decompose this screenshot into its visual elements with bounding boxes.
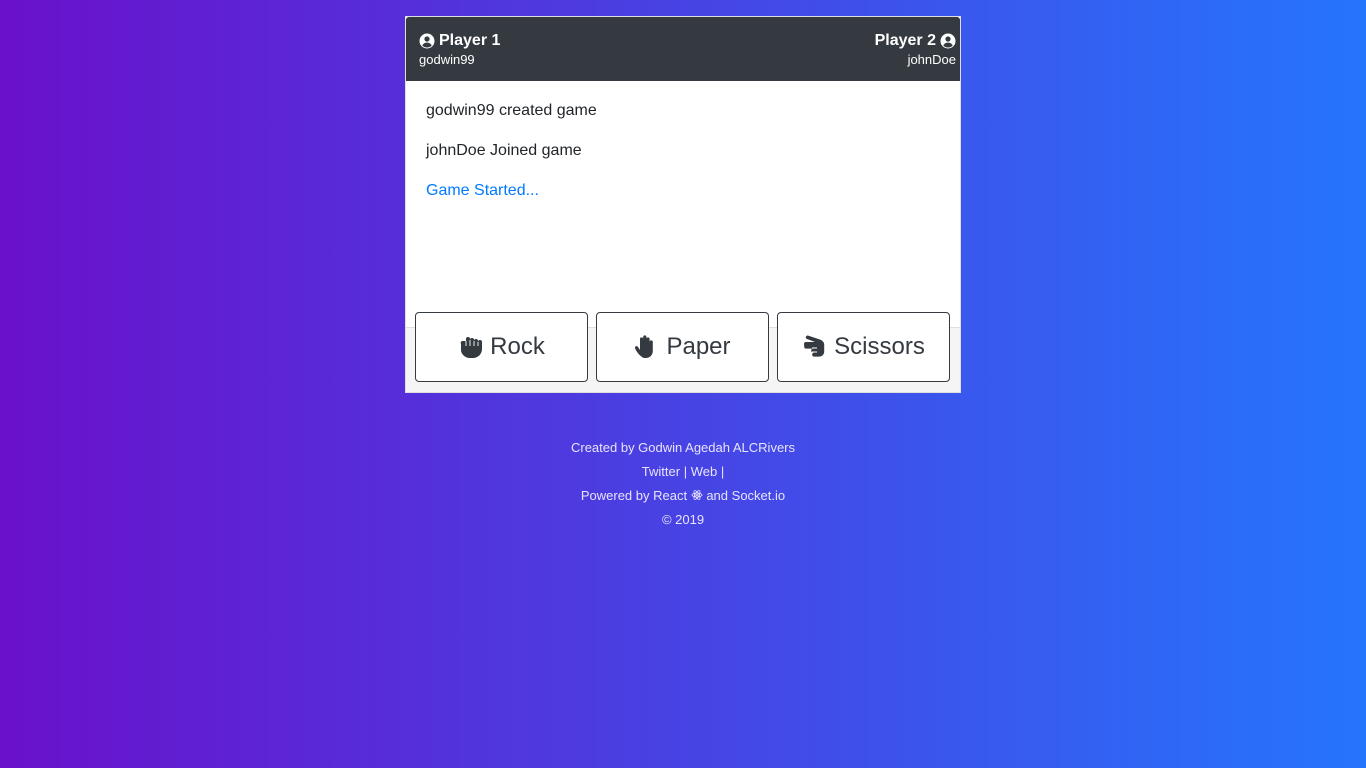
log-message: godwin99 created game — [426, 102, 597, 119]
react-logo-icon — [691, 490, 703, 500]
rock-label: Rock — [490, 333, 545, 360]
twitter-link[interactable]: Twitter — [642, 464, 680, 479]
separator: | — [720, 464, 725, 479]
game-status-link[interactable]: Game Started... — [426, 181, 940, 201]
players-header: Player 1 godwin99 Player 2 johnDoe — [406, 17, 960, 81]
choice-buttons: Rock Paper Scissors — [415, 312, 950, 382]
powered-and: and — [706, 488, 729, 503]
player-2-username: johnDoe — [907, 52, 956, 67]
powered-by: Powered by React and Socket.io — [0, 484, 1366, 508]
web-link[interactable]: Web — [691, 464, 718, 479]
player-1: Player 1 godwin99 — [419, 31, 500, 68]
player-1-username: godwin99 — [419, 52, 475, 67]
paper-label: Paper — [666, 333, 731, 360]
scissors-label: Scissors — [834, 333, 925, 360]
player-2-title: Player 2 — [874, 32, 936, 49]
footer-links: Twitter | Web | — [0, 460, 1366, 484]
hand-rock-icon — [460, 337, 483, 358]
credit-text: Created by Godwin Agedah ALCRivers — [570, 440, 795, 455]
socketio-link[interactable]: Socket.io — [732, 488, 785, 503]
powered-by-react: Powered by React — [580, 488, 688, 503]
player-2: Player 2 johnDoe — [875, 31, 956, 68]
scissors-button[interactable]: Scissors — [777, 312, 950, 382]
game-card: Player 1 godwin99 Player 2 johnDoe godwi… — [405, 16, 961, 393]
user-circle-icon — [940, 33, 956, 49]
page-footer: Created by Godwin Agedah ALCRivers Twitt… — [0, 436, 1366, 532]
game-log: godwin99 created game johnDoe Joined gam… — [406, 81, 960, 382]
paper-button[interactable]: Paper — [596, 312, 769, 382]
rock-button[interactable]: Rock — [415, 312, 588, 382]
hand-paper-icon — [635, 335, 654, 358]
log-message: johnDoe Joined game — [426, 142, 582, 159]
separator: | — [683, 464, 688, 479]
user-circle-icon — [419, 33, 435, 49]
copyright: © 2019 — [661, 512, 705, 527]
player-1-title: Player 1 — [439, 32, 501, 49]
hand-scissors-icon — [804, 335, 825, 357]
